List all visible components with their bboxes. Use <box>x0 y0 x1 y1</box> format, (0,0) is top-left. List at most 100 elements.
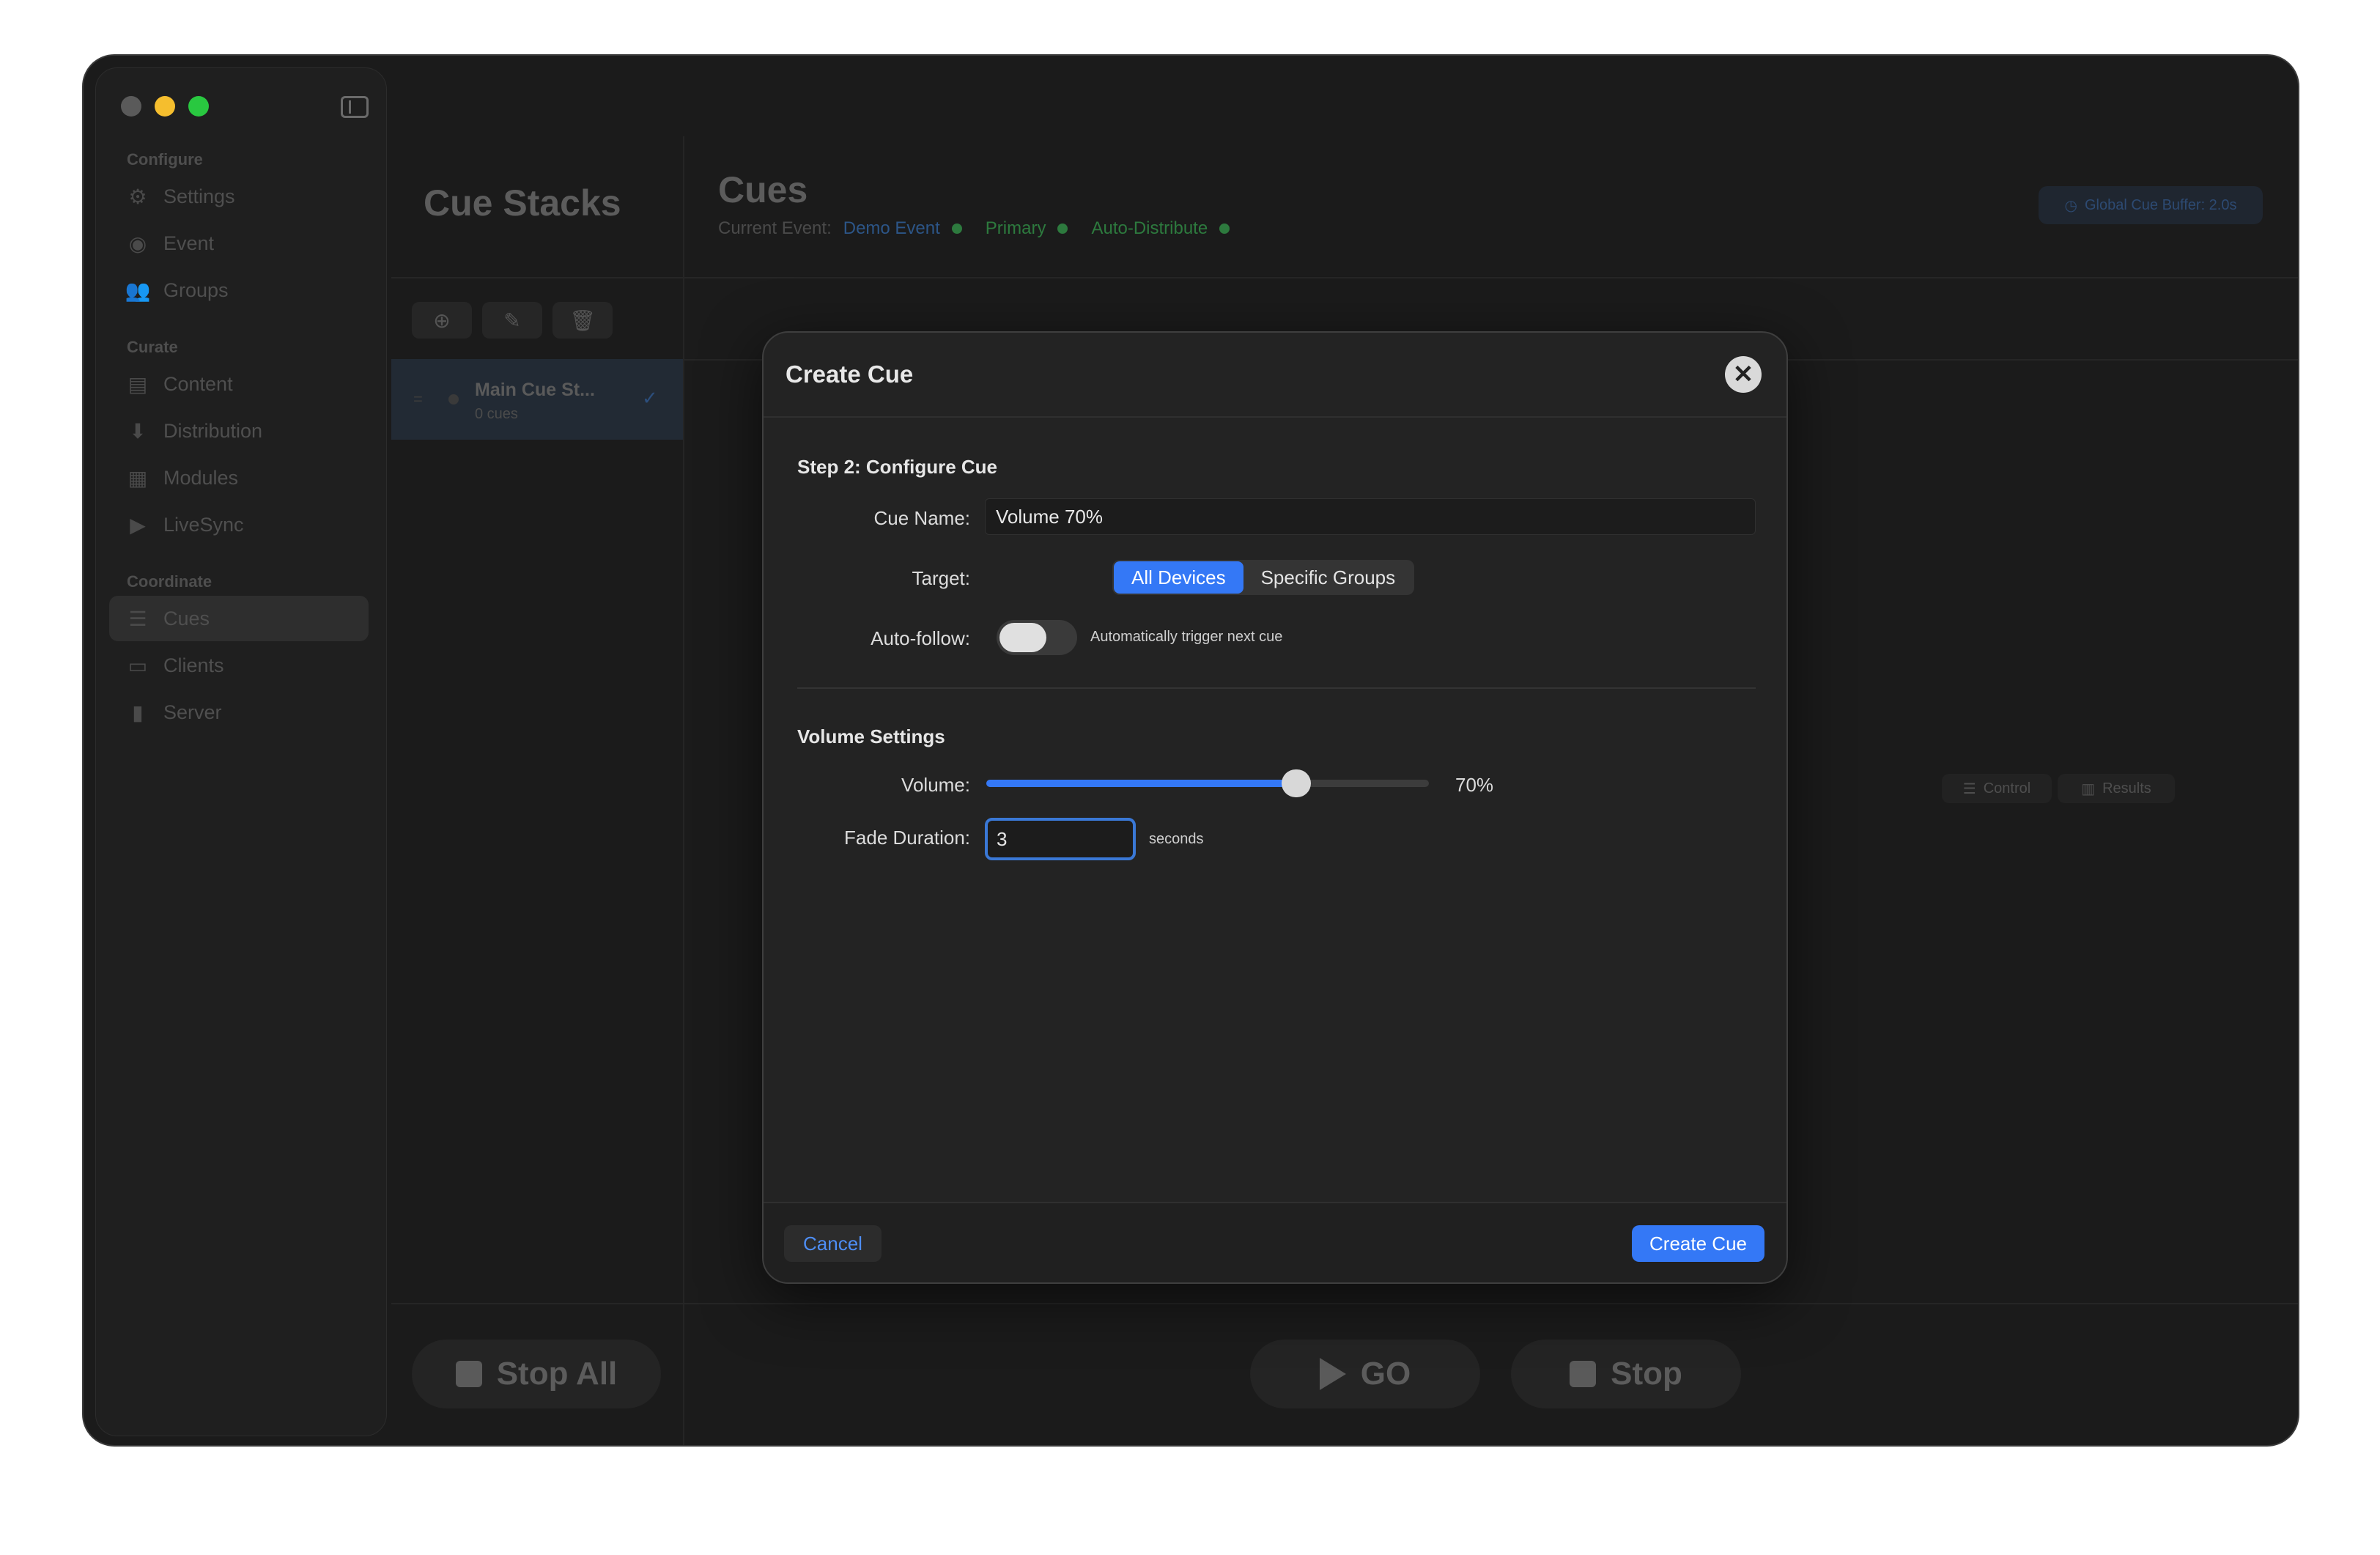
window-minimize-button[interactable] <box>155 96 175 117</box>
global-buffer-badge[interactable]: ◷ Global Cue Buffer: 2.0s <box>2039 186 2263 224</box>
sidebar-item-label: Settings <box>163 185 235 207</box>
cue-name-input[interactable]: Volume 70% <box>985 498 1756 535</box>
groups-icon: 👥 <box>125 278 151 302</box>
volume-slider-fill <box>986 780 1296 787</box>
column-divider <box>683 136 684 1445</box>
current-event-label: Current Event: <box>718 218 832 238</box>
sidebar-item-label: Clients <box>163 654 224 676</box>
control-button[interactable]: ☰ Control <box>1942 774 2052 803</box>
control-label: Control <box>1983 780 2031 797</box>
status-dot <box>1057 224 1068 234</box>
drag-handle-icon[interactable]: = <box>413 390 423 409</box>
sidebar-item-server[interactable]: ▮ Server <box>109 690 369 735</box>
create-cue-dialog: Create Cue ✕ Step 2: Configure Cue Cue N… <box>762 331 1788 1284</box>
stop-icon <box>1570 1361 1597 1387</box>
sliders-icon: ☰ <box>1962 780 1976 797</box>
cues-icon: ☰ <box>128 607 147 630</box>
sidebar-item-clients[interactable]: ▭ Clients <box>109 643 369 688</box>
cancel-button[interactable]: Cancel <box>784 1225 882 1262</box>
cue-stacks-title: Cue Stacks <box>424 182 621 224</box>
header-divider <box>391 277 2298 278</box>
clients-icon: ▭ <box>128 654 148 677</box>
results-label: Results <box>2102 780 2151 797</box>
autofollow-toggle[interactable] <box>997 620 1077 655</box>
play-icon <box>1319 1358 1346 1390</box>
target-label: Target: <box>912 567 971 589</box>
plus-icon: ⊕ <box>433 309 451 332</box>
volume-section-title: Volume Settings <box>797 725 945 747</box>
clock-icon: ◷ <box>2064 197 2077 214</box>
create-cue-button[interactable]: Create Cue <box>1632 1225 1764 1262</box>
cue-name-label: Cue Name: <box>873 507 971 529</box>
stop-icon <box>455 1361 482 1387</box>
volume-slider-thumb[interactable] <box>1281 769 1311 797</box>
chart-icon: ▥ <box>2081 780 2096 797</box>
pencil-icon: ✎ <box>503 309 521 332</box>
close-dialog-button[interactable]: ✕ <box>1725 356 1762 393</box>
distribution-icon: ⬇ <box>129 419 147 443</box>
section-divider <box>797 687 1756 689</box>
sidebar-section-coordinate: Coordinate <box>127 572 212 591</box>
stack-count: 0 cues <box>475 406 518 422</box>
window-close-button[interactable] <box>121 96 141 117</box>
target-all-devices[interactable]: All Devices <box>1114 561 1243 594</box>
target-specific-groups[interactable]: Specific Groups <box>1243 561 1413 594</box>
sidebar-item-label: Distribution <box>163 419 263 442</box>
sidebar-item-content[interactable]: ▤ Content <box>109 361 369 407</box>
checkmark-icon: ✓ <box>642 387 658 409</box>
sidebar-item-settings[interactable]: ⚙ Settings <box>109 174 369 219</box>
sidebar-section-curate: Curate <box>127 338 178 356</box>
close-icon: ✕ <box>1732 361 1754 388</box>
autofollow-label: Auto-follow: <box>871 627 970 649</box>
sidebar-item-label: Cues <box>163 607 210 629</box>
event-link[interactable]: Demo Event <box>843 218 940 238</box>
go-label: GO <box>1360 1356 1411 1392</box>
stop-button[interactable]: Stop <box>1511 1340 1741 1408</box>
dialog-title: Create Cue <box>786 361 914 388</box>
modules-icon: ▦ <box>128 466 148 490</box>
sidebar: Configure ⚙ Settings ◉ Event 👥 Groups Cu… <box>95 67 387 1436</box>
event-icon: ◉ <box>128 232 147 255</box>
sidebar-item-label: Groups <box>163 278 229 301</box>
sidebar-item-event[interactable]: ◉ Event <box>109 221 369 266</box>
status-dot <box>448 394 459 405</box>
sidebar-item-distribution[interactable]: ⬇ Distribution <box>109 408 369 454</box>
stop-all-button[interactable]: Stop All <box>412 1340 661 1408</box>
sidebar-item-label: Content <box>163 372 233 395</box>
status-dot <box>951 224 962 234</box>
go-button[interactable]: GO <box>1250 1340 1480 1408</box>
fade-duration-input[interactable]: 3 <box>985 818 1136 860</box>
sidebar-toggle-icon[interactable] <box>341 96 369 118</box>
dialog-header: Create Cue ✕ <box>764 333 1786 418</box>
sidebar-item-groups[interactable]: 👥 Groups <box>109 267 369 313</box>
sidebar-item-label: Modules <box>163 466 239 489</box>
gear-icon: ⚙ <box>128 185 147 208</box>
edit-stack-button[interactable]: ✎ <box>482 302 542 339</box>
mode-status: Primary <box>985 218 1046 238</box>
sidebar-item-label: Event <box>163 232 215 254</box>
volume-slider[interactable] <box>986 769 1429 797</box>
distribution-status: Auto-Distribute <box>1091 218 1208 238</box>
window-maximize-button[interactable] <box>188 96 209 117</box>
sidebar-item-modules[interactable]: ▦ Modules <box>109 455 369 501</box>
current-event-bar: Current Event: Demo Event Primary Auto-D… <box>718 218 1241 239</box>
camera-icon: ▶ <box>130 513 146 536</box>
target-segmented-control: All Devices Specific Groups <box>1112 560 1415 595</box>
trash-icon: 🗑 <box>569 309 596 332</box>
sidebar-item-livesync[interactable]: ▶ LiveSync <box>109 502 369 547</box>
fade-duration-unit: seconds <box>1149 831 1204 847</box>
status-dot <box>1219 224 1230 234</box>
volume-label: Volume: <box>901 774 970 796</box>
delete-stack-button[interactable]: 🗑 <box>552 302 613 339</box>
sidebar-item-label: LiveSync <box>163 513 244 536</box>
sidebar-item-cues[interactable]: ☰ Cues <box>109 596 369 641</box>
server-icon: ▮ <box>132 701 144 724</box>
sidebar-item-label: Server <box>163 701 222 723</box>
sidebar-section-configure: Configure <box>127 150 203 169</box>
stack-name: Main Cue St... <box>475 380 595 400</box>
volume-value: 70% <box>1455 774 1494 796</box>
results-button[interactable]: ▥ Results <box>2058 774 2175 803</box>
stop-all-label: Stop All <box>496 1356 618 1392</box>
add-stack-button[interactable]: ⊕ <box>412 302 472 339</box>
content-icon: ▤ <box>128 372 148 396</box>
